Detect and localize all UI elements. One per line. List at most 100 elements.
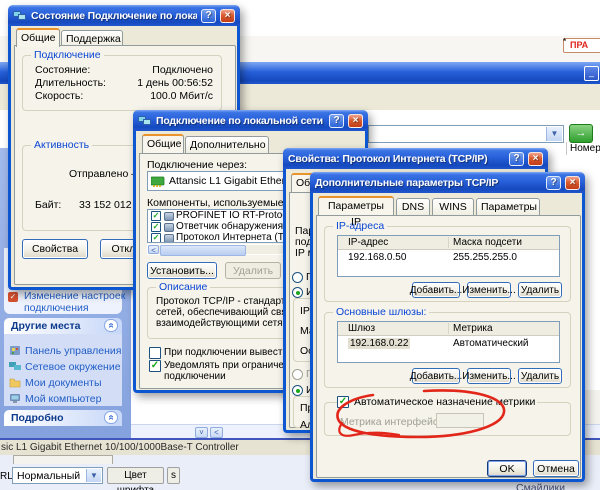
style-dropdown-value: Нормальный <box>17 470 80 482</box>
notify-checkbox[interactable] <box>149 360 161 372</box>
gateway-cell[interactable]: 192.168.0.22 <box>348 338 410 349</box>
install-button[interactable]: Установить... <box>147 262 217 279</box>
tab-wins[interactable]: WINS <box>432 198 474 215</box>
ip-addresses-list[interactable]: IP-адрес Маска подсети 192.168.0.50 255.… <box>337 235 560 277</box>
properties-button[interactable]: Свойства <box>22 239 88 259</box>
my-documents-icon <box>9 376 21 388</box>
notify-label-line2: подключении <box>164 371 226 382</box>
dropdown-arrow-icon[interactable]: ▼ <box>86 469 101 482</box>
mask-column-header[interactable]: Маска подсети <box>453 237 522 248</box>
properties-dialog-title: Подключение по локальной сети - свойства <box>156 115 325 127</box>
gateways-group-title: Основные шлюзы: <box>333 306 429 318</box>
smilies-link[interactable]: Смайлики <box>516 482 565 490</box>
change-settings-icon: ✓ <box>8 292 18 302</box>
duration-label: Длительность: <box>35 77 106 89</box>
use-ip-radio[interactable] <box>292 287 303 298</box>
close-button[interactable]: × <box>528 152 543 166</box>
sidebar-item-network-places[interactable]: Сетевое окружение <box>25 361 121 373</box>
gateway-column-header[interactable]: Шлюз <box>348 323 375 334</box>
ip-addresses-group: IP-адреса IP-адрес Маска подсети 192.168… <box>324 226 571 302</box>
tab-ip-settings[interactable]: Параметры IP <box>318 196 394 215</box>
scrollbar-thumb[interactable] <box>160 245 246 256</box>
sidebar-item-my-documents[interactable]: Мои документы <box>25 377 102 389</box>
tcpip-dialog-titlebar[interactable]: Свойства: Протокол Интернета (TCP/IP) ? … <box>283 148 548 169</box>
duration-value: 1 день 00:56:52 <box>137 77 213 89</box>
tab-general[interactable]: Общие <box>142 134 184 153</box>
column-divider <box>448 323 449 334</box>
properties-dialog-titlebar[interactable]: Подключение по локальной сети - свойства… <box>133 110 368 131</box>
use-dns-radio[interactable] <box>292 385 303 396</box>
lan-connection-icon <box>13 10 27 22</box>
obtain-ip-radio[interactable] <box>292 272 303 283</box>
change-settings-link[interactable]: Изменение настроек подключения <box>24 290 125 314</box>
gateway-edit-button[interactable]: Изменить... <box>467 368 511 384</box>
gateway-remove-button[interactable]: Удалить <box>518 368 562 384</box>
sidebar-item-control-panel[interactable]: Панель управления <box>25 345 121 357</box>
ok-button[interactable]: OK <box>487 460 527 477</box>
sidebar-item-my-computer[interactable]: Мой компьютер <box>25 393 101 405</box>
collapse-chevron-icon[interactable] <box>104 411 118 424</box>
show-icon-checkbox[interactable] <box>149 347 161 359</box>
metric-column-header[interactable]: Метрика <box>453 323 493 334</box>
scroll-down-button[interactable]: ˅ <box>195 427 208 438</box>
ip-edit-button[interactable]: Изменить... <box>467 282 511 298</box>
network-places-icon <box>9 360 21 372</box>
help-button[interactable]: ? <box>509 152 524 166</box>
activity-group-title: Активность <box>31 139 92 151</box>
help-button[interactable]: ? <box>201 9 216 23</box>
bytes-value: 33 152 012 <box>79 199 131 211</box>
help-button[interactable]: ? <box>546 176 561 190</box>
ip-cell[interactable]: 192.168.0.50 <box>348 252 406 263</box>
metric-cell[interactable]: Автоматический <box>453 338 529 349</box>
advanced-dialog-title: Дополнительные параметры TCP/IP <box>315 177 542 189</box>
s-button[interactable]: s <box>167 467 180 484</box>
url-text-fragment: RL <box>0 471 13 482</box>
connect-via-label: Подключение через: <box>147 159 247 171</box>
uninstall-button[interactable]: Удалить <box>225 262 281 279</box>
close-button[interactable]: × <box>565 176 580 190</box>
obtain-dns-radio[interactable] <box>292 369 303 380</box>
scroll-left-button[interactable]: < <box>148 245 159 254</box>
speed-label: Скорость: <box>35 90 83 102</box>
tab-advanced[interactable]: Дополнительно <box>185 136 269 153</box>
help-button[interactable]: ? <box>329 114 344 128</box>
column-divider <box>448 237 449 248</box>
edit-page-button[interactable]: * ПРА <box>563 38 600 53</box>
cancel-button[interactable]: Отмена <box>533 460 579 477</box>
collapse-chevron-icon[interactable] <box>104 319 118 332</box>
component-checkbox[interactable] <box>151 211 161 221</box>
lan-connection-icon <box>138 115 152 127</box>
gateways-list[interactable]: Шлюз Метрика 192.168.0.22 Автоматический <box>337 321 560 363</box>
content-edge-patch <box>585 390 600 424</box>
font-color-button[interactable]: Цвет шрифта <box>107 467 164 484</box>
ip-remove-button[interactable]: Удалить <box>518 282 562 298</box>
tab-general[interactable]: Общие <box>16 28 60 47</box>
sent-label: Отправлено — <box>69 168 142 180</box>
ip-column-header[interactable]: IP-адрес <box>348 237 388 248</box>
status-value: Подключено <box>152 64 213 76</box>
control-panel-icon <box>9 344 21 356</box>
close-button[interactable]: × <box>220 9 235 23</box>
status-dialog-titlebar[interactable]: Состояние Подключение по локальной сети … <box>8 5 240 26</box>
ip-add-button[interactable]: Добавить... <box>412 282 460 298</box>
component-checkbox[interactable] <box>151 233 161 243</box>
bytes-label: Байт: <box>35 199 61 211</box>
style-dropdown[interactable]: Нормальный ▼ <box>12 467 103 484</box>
combobox-dropdown-icon[interactable]: ▼ <box>546 127 562 141</box>
component-checkbox[interactable] <box>151 222 161 232</box>
tab-dns[interactable]: DNS <box>396 198 430 215</box>
status-dialog-title: Состояние Подключение по локальной сети <box>31 10 197 22</box>
close-button[interactable]: × <box>348 114 363 128</box>
other-places-panel: Панель управления Сетевое окружение Мои … <box>4 334 122 406</box>
connection-group: Подключение Состояние: Подключено Длител… <box>22 55 222 111</box>
gateway-add-button[interactable]: Добавить... <box>412 368 460 384</box>
search-combobox[interactable]: ▼ <box>368 125 564 143</box>
advanced-dialog-titlebar[interactable]: Дополнительные параметры TCP/IP ? × <box>310 172 585 193</box>
cropped-panel <box>13 455 113 464</box>
mask-cell[interactable]: 255.255.255.0 <box>453 252 517 263</box>
network-adapter-icon <box>151 176 166 188</box>
minimize-button[interactable]: _ <box>584 66 599 81</box>
scroll-left-button[interactable]: < <box>210 427 223 438</box>
tab-options[interactable]: Параметры <box>476 198 540 215</box>
go-button[interactable]: → <box>569 124 593 143</box>
